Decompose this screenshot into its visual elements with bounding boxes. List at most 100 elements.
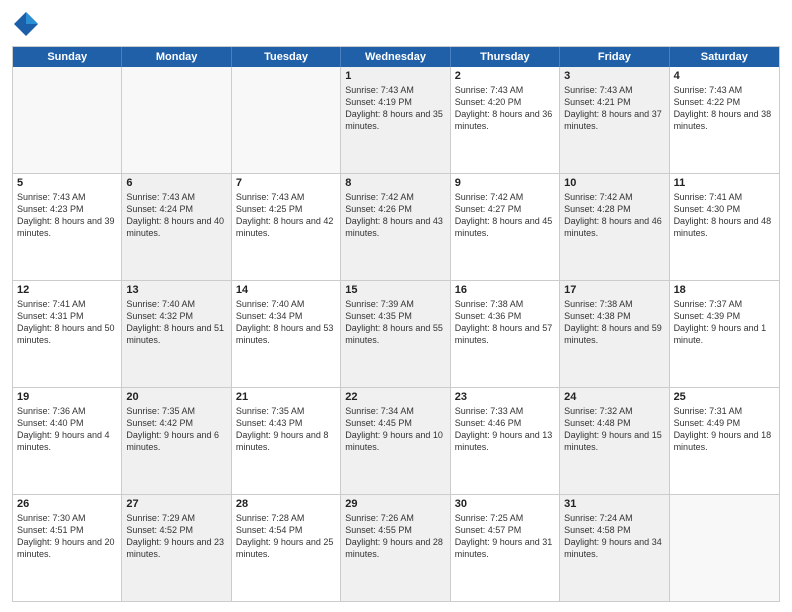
empty-cell-0-2 — [232, 67, 341, 173]
day-number: 31 — [564, 498, 664, 510]
day-cell-21: 21 Sunrise: 7:35 AM Sunset: 4:43 PM Dayli… — [232, 388, 341, 494]
day-number: 10 — [564, 177, 664, 189]
day-header-monday: Monday — [122, 47, 231, 67]
day-header-thursday: Thursday — [451, 47, 560, 67]
day-cell-1: 1Sunrise: 7:43 AM Sunset: 4:19 PM Daylig… — [341, 67, 450, 173]
day-number: 7 — [236, 177, 336, 189]
day-info: Sunrise: 7:42 AM Sunset: 4:28 PM Dayligh… — [564, 191, 664, 240]
day-cell-6: 6 Sunrise: 7:43 AM Sunset: 4:24 PM Daylig… — [122, 174, 231, 280]
day-cell-15: 15 Sunrise: 7:39 AM Sunset: 4:35 PM Dayli… — [341, 281, 450, 387]
day-cell-27: 27 Sunrise: 7:29 AM Sunset: 4:52 PM Dayli… — [122, 495, 231, 601]
day-cell-3: 3 Sunrise: 7:43 AM Sunset: 4:21 PM Daylig… — [560, 67, 669, 173]
day-info: Sunrise: 7:24 AM Sunset: 4:58 PM Dayligh… — [564, 512, 664, 561]
day-info: Sunrise: 7:34 AM Sunset: 4:45 PM Dayligh… — [345, 405, 445, 454]
day-cell-28: 28 Sunrise: 7:28 AM Sunset: 4:54 PM Dayli… — [232, 495, 341, 601]
day-info: Sunrise: 7:43 AM Sunset: 4:23 PM Dayligh… — [17, 191, 117, 240]
day-cell-9: 9 Sunrise: 7:42 AM Sunset: 4:27 PM Daylig… — [451, 174, 560, 280]
day-info: Sunrise: 7:43 AM Sunset: 4:22 PM Dayligh… — [674, 84, 775, 133]
day-info: Sunrise: 7:41 AM Sunset: 4:30 PM Dayligh… — [674, 191, 775, 240]
day-number: 4 — [674, 70, 775, 82]
day-info: Sunrise: 7:31 AM Sunset: 4:49 PM Dayligh… — [674, 405, 775, 454]
day-number: 6 — [126, 177, 226, 189]
empty-cell-4-6 — [670, 495, 779, 601]
day-cell-30: 30 Sunrise: 7:25 AM Sunset: 4:57 PM Dayli… — [451, 495, 560, 601]
calendar-row-2: 5 Sunrise: 7:43 AM Sunset: 4:23 PM Daylig… — [13, 173, 779, 280]
calendar-row-1: 1Sunrise: 7:43 AM Sunset: 4:19 PM Daylig… — [13, 67, 779, 173]
day-cell-20: 20 Sunrise: 7:35 AM Sunset: 4:42 PM Dayli… — [122, 388, 231, 494]
day-header-saturday: Saturday — [670, 47, 779, 67]
day-cell-31: 31 Sunrise: 7:24 AM Sunset: 4:58 PM Dayli… — [560, 495, 669, 601]
day-number: 24 — [564, 391, 664, 403]
day-info: Sunrise: 7:39 AM Sunset: 4:35 PM Dayligh… — [345, 298, 445, 347]
day-number: 25 — [674, 391, 775, 403]
day-number: 5 — [17, 177, 117, 189]
day-number: 22 — [345, 391, 445, 403]
day-number: 30 — [455, 498, 555, 510]
header — [12, 10, 780, 38]
day-info: Sunrise: 7:43 AM Sunset: 4:19 PM Dayligh… — [345, 84, 445, 133]
day-info: Sunrise: 7:28 AM Sunset: 4:54 PM Dayligh… — [236, 512, 336, 561]
day-cell-17: 17 Sunrise: 7:38 AM Sunset: 4:38 PM Dayli… — [560, 281, 669, 387]
day-info: Sunrise: 7:29 AM Sunset: 4:52 PM Dayligh… — [126, 512, 226, 561]
day-info: Sunrise: 7:43 AM Sunset: 4:25 PM Dayligh… — [236, 191, 336, 240]
day-info: Sunrise: 7:37 AM Sunset: 4:39 PM Dayligh… — [674, 298, 775, 347]
day-info: Sunrise: 7:40 AM Sunset: 4:32 PM Dayligh… — [126, 298, 226, 347]
day-info: Sunrise: 7:38 AM Sunset: 4:36 PM Dayligh… — [455, 298, 555, 347]
logo-icon — [12, 10, 40, 38]
day-info: Sunrise: 7:43 AM Sunset: 4:20 PM Dayligh… — [455, 84, 555, 133]
day-number: 18 — [674, 284, 775, 296]
day-cell-7: 7 Sunrise: 7:43 AM Sunset: 4:25 PM Daylig… — [232, 174, 341, 280]
day-header-friday: Friday — [560, 47, 669, 67]
day-info: Sunrise: 7:42 AM Sunset: 4:27 PM Dayligh… — [455, 191, 555, 240]
day-cell-10: 10 Sunrise: 7:42 AM Sunset: 4:28 PM Dayli… — [560, 174, 669, 280]
day-cell-23: 23 Sunrise: 7:33 AM Sunset: 4:46 PM Dayli… — [451, 388, 560, 494]
day-number: 26 — [17, 498, 117, 510]
day-number: 12 — [17, 284, 117, 296]
day-number: 29 — [345, 498, 445, 510]
day-number: 9 — [455, 177, 555, 189]
day-cell-16: 16Sunrise: 7:38 AM Sunset: 4:36 PM Dayli… — [451, 281, 560, 387]
day-number: 2 — [455, 70, 555, 82]
day-number: 23 — [455, 391, 555, 403]
calendar-header: SundayMondayTuesdayWednesdayThursdayFrid… — [13, 47, 779, 67]
day-info: Sunrise: 7:36 AM Sunset: 4:40 PM Dayligh… — [17, 405, 117, 454]
day-number: 13 — [126, 284, 226, 296]
day-cell-8: 8Sunrise: 7:42 AM Sunset: 4:26 PM Daylig… — [341, 174, 450, 280]
calendar-row-5: 26 Sunrise: 7:30 AM Sunset: 4:51 PM Dayli… — [13, 494, 779, 601]
day-number: 3 — [564, 70, 664, 82]
day-info: Sunrise: 7:30 AM Sunset: 4:51 PM Dayligh… — [17, 512, 117, 561]
day-cell-18: 18 Sunrise: 7:37 AM Sunset: 4:39 PM Dayli… — [670, 281, 779, 387]
main-container: SundayMondayTuesdayWednesdayThursdayFrid… — [0, 0, 792, 612]
day-cell-13: 13 Sunrise: 7:40 AM Sunset: 4:32 PM Dayli… — [122, 281, 231, 387]
day-cell-19: 19 Sunrise: 7:36 AM Sunset: 4:40 PM Dayli… — [13, 388, 122, 494]
calendar-row-3: 12 Sunrise: 7:41 AM Sunset: 4:31 PM Dayli… — [13, 280, 779, 387]
day-info: Sunrise: 7:33 AM Sunset: 4:46 PM Dayligh… — [455, 405, 555, 454]
day-cell-5: 5 Sunrise: 7:43 AM Sunset: 4:23 PM Daylig… — [13, 174, 122, 280]
day-header-wednesday: Wednesday — [341, 47, 450, 67]
day-cell-24: 24Sunrise: 7:32 AM Sunset: 4:48 PM Dayli… — [560, 388, 669, 494]
day-info: Sunrise: 7:43 AM Sunset: 4:21 PM Dayligh… — [564, 84, 664, 133]
day-info: Sunrise: 7:41 AM Sunset: 4:31 PM Dayligh… — [17, 298, 117, 347]
day-info: Sunrise: 7:43 AM Sunset: 4:24 PM Dayligh… — [126, 191, 226, 240]
day-header-sunday: Sunday — [13, 47, 122, 67]
day-number: 19 — [17, 391, 117, 403]
day-info: Sunrise: 7:35 AM Sunset: 4:43 PM Dayligh… — [236, 405, 336, 454]
day-info: Sunrise: 7:38 AM Sunset: 4:38 PM Dayligh… — [564, 298, 664, 347]
day-number: 14 — [236, 284, 336, 296]
day-cell-25: 25 Sunrise: 7:31 AM Sunset: 4:49 PM Dayli… — [670, 388, 779, 494]
calendar-row-4: 19 Sunrise: 7:36 AM Sunset: 4:40 PM Dayli… — [13, 387, 779, 494]
day-number: 17 — [564, 284, 664, 296]
day-cell-29: 29Sunrise: 7:26 AM Sunset: 4:55 PM Dayli… — [341, 495, 450, 601]
calendar-body: 1Sunrise: 7:43 AM Sunset: 4:19 PM Daylig… — [13, 67, 779, 601]
day-number: 21 — [236, 391, 336, 403]
day-number: 28 — [236, 498, 336, 510]
day-number: 20 — [126, 391, 226, 403]
day-cell-12: 12 Sunrise: 7:41 AM Sunset: 4:31 PM Dayli… — [13, 281, 122, 387]
calendar: SundayMondayTuesdayWednesdayThursdayFrid… — [12, 46, 780, 602]
day-number: 8 — [345, 177, 445, 189]
day-info: Sunrise: 7:35 AM Sunset: 4:42 PM Dayligh… — [126, 405, 226, 454]
day-header-tuesday: Tuesday — [232, 47, 341, 67]
day-info: Sunrise: 7:25 AM Sunset: 4:57 PM Dayligh… — [455, 512, 555, 561]
day-number: 15 — [345, 284, 445, 296]
day-number: 27 — [126, 498, 226, 510]
